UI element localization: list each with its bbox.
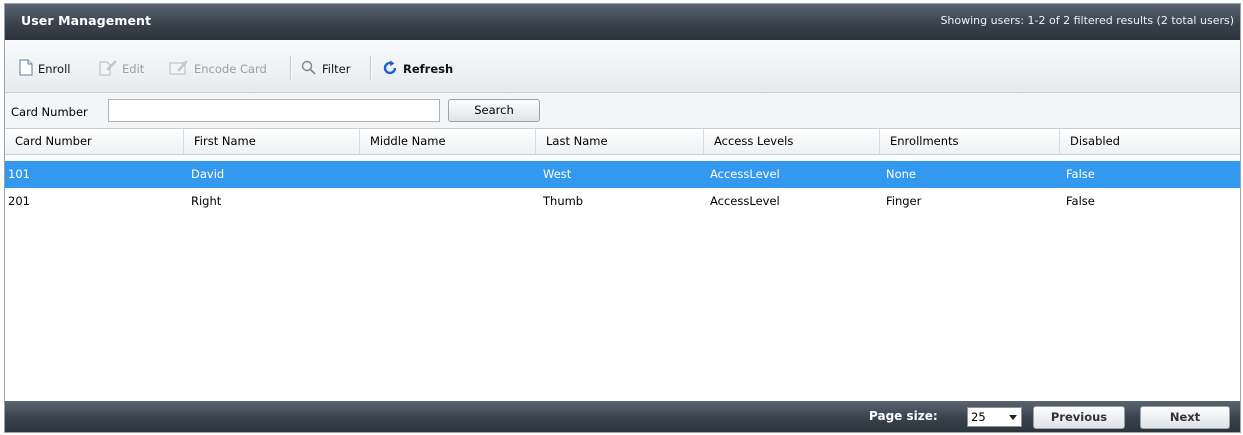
cell-disabled: False xyxy=(1066,194,1095,208)
card-number-input[interactable] xyxy=(108,99,440,122)
cell-disabled: False xyxy=(1066,167,1095,181)
toolbar-separator xyxy=(370,56,372,80)
magnifier-icon xyxy=(301,60,317,79)
enroll-label: Enroll xyxy=(38,62,71,76)
panel-title: User Management xyxy=(21,13,152,28)
cell-first-name: David xyxy=(191,167,225,181)
users-grid: Card Number First Name Middle Name Last … xyxy=(5,129,1240,404)
search-button[interactable]: Search xyxy=(448,99,540,122)
filter-label: Filter xyxy=(322,62,351,76)
search-bar: Card Number Search xyxy=(5,93,1240,129)
toolbar: Enroll Edit Encode Card Filter Refresh xyxy=(5,40,1240,93)
user-management-panel: User Management Showing users: 1-2 of 2 … xyxy=(4,3,1241,433)
pagination-bar: Page size: 25 Previous Next xyxy=(5,401,1240,432)
chevron-down-icon xyxy=(1009,415,1017,420)
column-header-last-name[interactable]: Last Name xyxy=(536,129,704,154)
edit-button[interactable]: Edit xyxy=(99,58,144,80)
column-header-access-levels[interactable]: Access Levels xyxy=(704,129,880,154)
table-row[interactable]: 101 David West AccessLevel None False xyxy=(5,161,1240,188)
card-number-label: Card Number xyxy=(11,105,88,119)
cell-middle-name xyxy=(364,161,367,188)
refresh-label: Refresh xyxy=(403,62,454,76)
encode-card-label: Encode Card xyxy=(194,62,267,76)
filter-button[interactable]: Filter xyxy=(301,58,350,80)
cell-access-levels: AccessLevel xyxy=(710,167,780,181)
table-row[interactable]: 201 Right Thumb AccessLevel Finger False xyxy=(5,188,1240,215)
title-bar: User Management Showing users: 1-2 of 2 … xyxy=(5,4,1240,40)
refresh-button[interactable]: Refresh xyxy=(382,58,453,80)
cell-last-name: West xyxy=(543,167,572,181)
cell-card-number: 101 xyxy=(8,167,30,181)
column-header-middle-name[interactable]: Middle Name xyxy=(360,129,536,154)
page-size-value: 25 xyxy=(971,410,986,424)
cell-first-name: Right xyxy=(191,194,222,208)
refresh-icon xyxy=(382,60,398,79)
column-header-enrollments[interactable]: Enrollments xyxy=(880,129,1060,154)
previous-button[interactable]: Previous xyxy=(1033,406,1125,429)
cell-last-name: Thumb xyxy=(543,194,584,208)
column-header-disabled[interactable]: Disabled xyxy=(1060,129,1240,154)
toolbar-separator xyxy=(290,56,292,80)
column-header-card-number[interactable]: Card Number xyxy=(5,129,184,154)
grid-header: Card Number First Name Middle Name Last … xyxy=(5,129,1240,155)
next-button[interactable]: Next xyxy=(1140,406,1230,429)
card-pencil-icon xyxy=(169,59,189,79)
page-size-select[interactable]: 25 xyxy=(967,407,1022,427)
cell-card-number: 201 xyxy=(8,194,30,208)
column-header-first-name[interactable]: First Name xyxy=(184,129,360,154)
encode-card-button[interactable]: Encode Card xyxy=(169,58,267,80)
cell-enrollments: Finger xyxy=(886,194,922,208)
cell-middle-name xyxy=(364,188,367,215)
enroll-button[interactable]: Enroll xyxy=(19,58,70,80)
new-document-icon xyxy=(19,59,33,79)
edit-document-icon xyxy=(99,59,117,79)
results-summary: Showing users: 1-2 of 2 filtered results… xyxy=(940,14,1234,27)
cell-access-levels: AccessLevel xyxy=(710,194,780,208)
edit-label: Edit xyxy=(122,62,145,76)
cell-enrollments: None xyxy=(886,167,917,181)
page-size-label: Page size: xyxy=(869,409,938,423)
